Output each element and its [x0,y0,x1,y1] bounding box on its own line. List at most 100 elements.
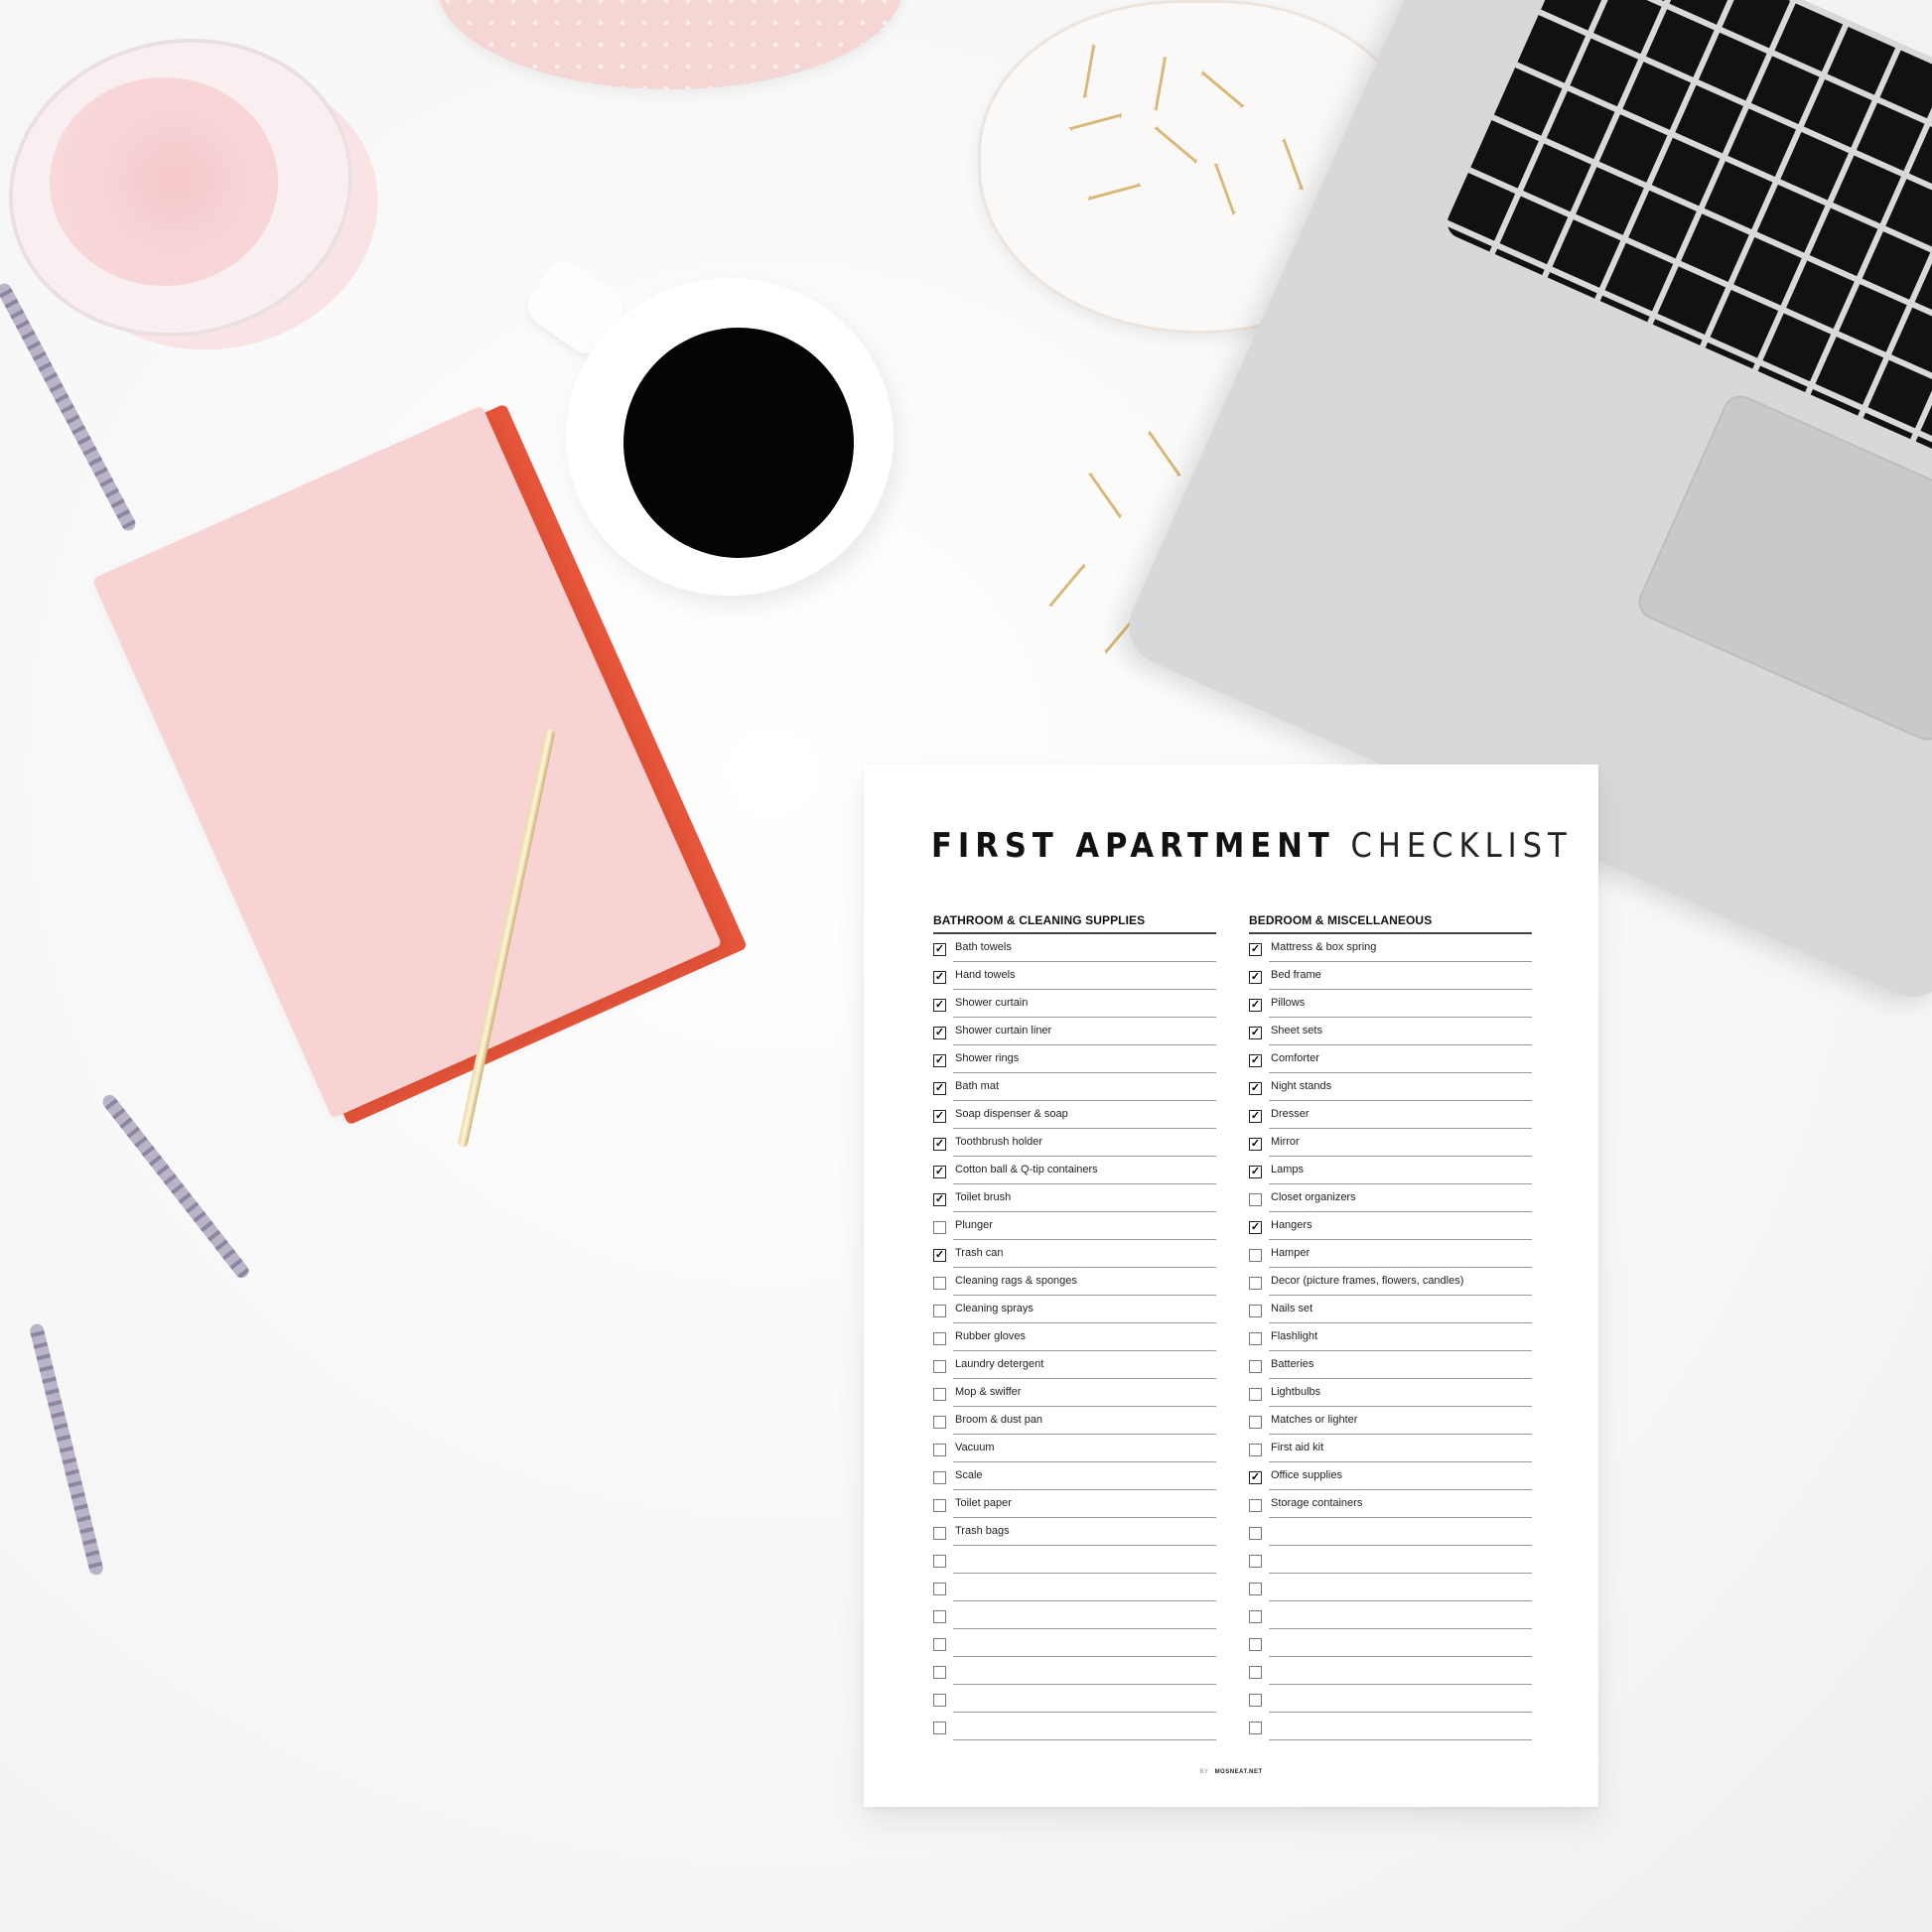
checklist-item[interactable]: Cleaning sprays [933,1296,1216,1323]
checklist-item[interactable]: First aid kit [1249,1435,1532,1462]
checkbox-unchecked[interactable] [933,1722,946,1734]
checklist-item[interactable]: Plunger [933,1212,1216,1240]
checklist-item[interactable]: Decor (picture frames, flowers, candles) [1249,1268,1532,1296]
checklist-item[interactable]: ✓ Hand towels [933,962,1216,990]
checkbox-unchecked[interactable] [1249,1360,1262,1373]
checkbox-unchecked[interactable] [1249,1666,1262,1679]
checkbox-checked[interactable]: ✓ [1249,1082,1262,1095]
checklist-item[interactable]: Lightbulbs [1249,1379,1532,1407]
checkbox-unchecked[interactable] [933,1499,946,1512]
checklist-item[interactable] [933,1629,1216,1657]
checklist-item[interactable]: ✓ Cotton ball & Q-tip containers [933,1157,1216,1184]
checklist-item[interactable] [933,1713,1216,1740]
checklist-item[interactable]: ✓ Shower curtain [933,990,1216,1018]
checkbox-unchecked[interactable] [933,1221,946,1234]
checklist-item[interactable]: Mop & swiffer [933,1379,1216,1407]
checklist-item[interactable]: Toilet paper [933,1490,1216,1518]
checkbox-checked[interactable]: ✓ [1249,1054,1262,1067]
checkbox-checked[interactable]: ✓ [1249,971,1262,984]
checklist-item[interactable]: ✓ Toilet brush [933,1184,1216,1212]
checklist-item[interactable] [1249,1629,1532,1657]
checkbox-checked[interactable]: ✓ [933,1082,946,1095]
checklist-item[interactable]: Matches or lighter [1249,1407,1532,1435]
checkbox-unchecked[interactable] [1249,1416,1262,1429]
checkbox-unchecked[interactable] [933,1305,946,1317]
checklist-item[interactable] [1249,1601,1532,1629]
checklist-item[interactable]: Storage containers [1249,1490,1532,1518]
checklist-item[interactable] [1249,1546,1532,1574]
checkbox-checked[interactable]: ✓ [933,1193,946,1206]
checklist-item[interactable]: Laundry detergent [933,1351,1216,1379]
checklist-item[interactable]: ✓ Hangers [1249,1212,1532,1240]
checklist-item[interactable]: Rubber gloves [933,1323,1216,1351]
checklist-item[interactable] [933,1546,1216,1574]
checklist-item[interactable]: ✓ Office supplies [1249,1462,1532,1490]
checkbox-unchecked[interactable] [1249,1610,1262,1623]
checkbox-checked[interactable]: ✓ [1249,943,1262,956]
checkbox-checked[interactable]: ✓ [1249,1221,1262,1234]
checkbox-checked[interactable]: ✓ [1249,1138,1262,1151]
checklist-item[interactable]: ✓ Lamps [1249,1157,1532,1184]
checkbox-checked[interactable]: ✓ [933,1166,946,1178]
checkbox-unchecked[interactable] [1249,1277,1262,1290]
checklist-item[interactable]: ✓ Bath towels [933,934,1216,962]
checkbox-unchecked[interactable] [1249,1193,1262,1206]
checklist-item[interactable]: ✓ Sheet sets [1249,1018,1532,1045]
checklist-item[interactable]: Hamper [1249,1240,1532,1268]
checklist-item[interactable]: ✓ Night stands [1249,1073,1532,1101]
checkbox-unchecked[interactable] [1249,1249,1262,1262]
checklist-item[interactable]: ✓ Bed frame [1249,962,1532,990]
checklist-item[interactable]: Scale [933,1462,1216,1490]
checklist-item[interactable]: Vacuum [933,1435,1216,1462]
checklist-item[interactable]: ✓ Shower curtain liner [933,1018,1216,1045]
checkbox-unchecked[interactable] [933,1388,946,1401]
checklist-item[interactable]: Flashlight [1249,1323,1532,1351]
checkbox-unchecked[interactable] [933,1416,946,1429]
checkbox-unchecked[interactable] [1249,1722,1262,1734]
checkbox-checked[interactable]: ✓ [933,943,946,956]
checklist-item[interactable]: Trash bags [933,1518,1216,1546]
checkbox-unchecked[interactable] [933,1332,946,1345]
checklist-item[interactable]: Batteries [1249,1351,1532,1379]
checklist-item[interactable] [933,1685,1216,1713]
checkbox-unchecked[interactable] [933,1527,946,1540]
checkbox-unchecked[interactable] [933,1610,946,1623]
checkbox-checked[interactable]: ✓ [1249,1166,1262,1178]
checklist-item[interactable] [1249,1713,1532,1740]
checkbox-unchecked[interactable] [933,1555,946,1568]
checklist-item[interactable] [1249,1574,1532,1601]
checkbox-unchecked[interactable] [1249,1305,1262,1317]
checkbox-checked[interactable]: ✓ [933,1138,946,1151]
checkbox-checked[interactable]: ✓ [1249,1027,1262,1039]
checkbox-unchecked[interactable] [933,1360,946,1373]
checklist-item[interactable]: Cleaning rags & sponges [933,1268,1216,1296]
checklist-item[interactable]: ✓ Trash can [933,1240,1216,1268]
checklist-item[interactable]: ✓ Toothbrush holder [933,1129,1216,1157]
checkbox-unchecked[interactable] [933,1583,946,1595]
checklist-item[interactable]: Nails set [1249,1296,1532,1323]
checklist-item[interactable]: ✓ Mattress & box spring [1249,934,1532,962]
checklist-item[interactable]: ✓ Soap dispenser & soap [933,1101,1216,1129]
checkbox-unchecked[interactable] [1249,1527,1262,1540]
checkbox-unchecked[interactable] [933,1444,946,1456]
checklist-item[interactable]: ✓ Pillows [1249,990,1532,1018]
checkbox-unchecked[interactable] [1249,1583,1262,1595]
checklist-item[interactable]: Broom & dust pan [933,1407,1216,1435]
checkbox-unchecked[interactable] [1249,1638,1262,1651]
checkbox-checked[interactable]: ✓ [933,1027,946,1039]
checklist-item[interactable]: ✓ Shower rings [933,1045,1216,1073]
checklist-item[interactable]: ✓ Dresser [1249,1101,1532,1129]
checklist-item[interactable] [1249,1518,1532,1546]
checkbox-checked[interactable]: ✓ [1249,1110,1262,1123]
checkbox-unchecked[interactable] [1249,1388,1262,1401]
checkbox-checked[interactable]: ✓ [933,1054,946,1067]
checklist-item[interactable]: ✓ Bath mat [933,1073,1216,1101]
checkbox-checked[interactable]: ✓ [933,999,946,1012]
checklist-item[interactable]: ✓ Mirror [1249,1129,1532,1157]
checklist-item[interactable] [1249,1657,1532,1685]
checklist-item[interactable] [933,1574,1216,1601]
checkbox-unchecked[interactable] [933,1694,946,1707]
checkbox-unchecked[interactable] [933,1277,946,1290]
checklist-item[interactable]: Closet organizers [1249,1184,1532,1212]
checkbox-checked[interactable]: ✓ [933,1249,946,1262]
